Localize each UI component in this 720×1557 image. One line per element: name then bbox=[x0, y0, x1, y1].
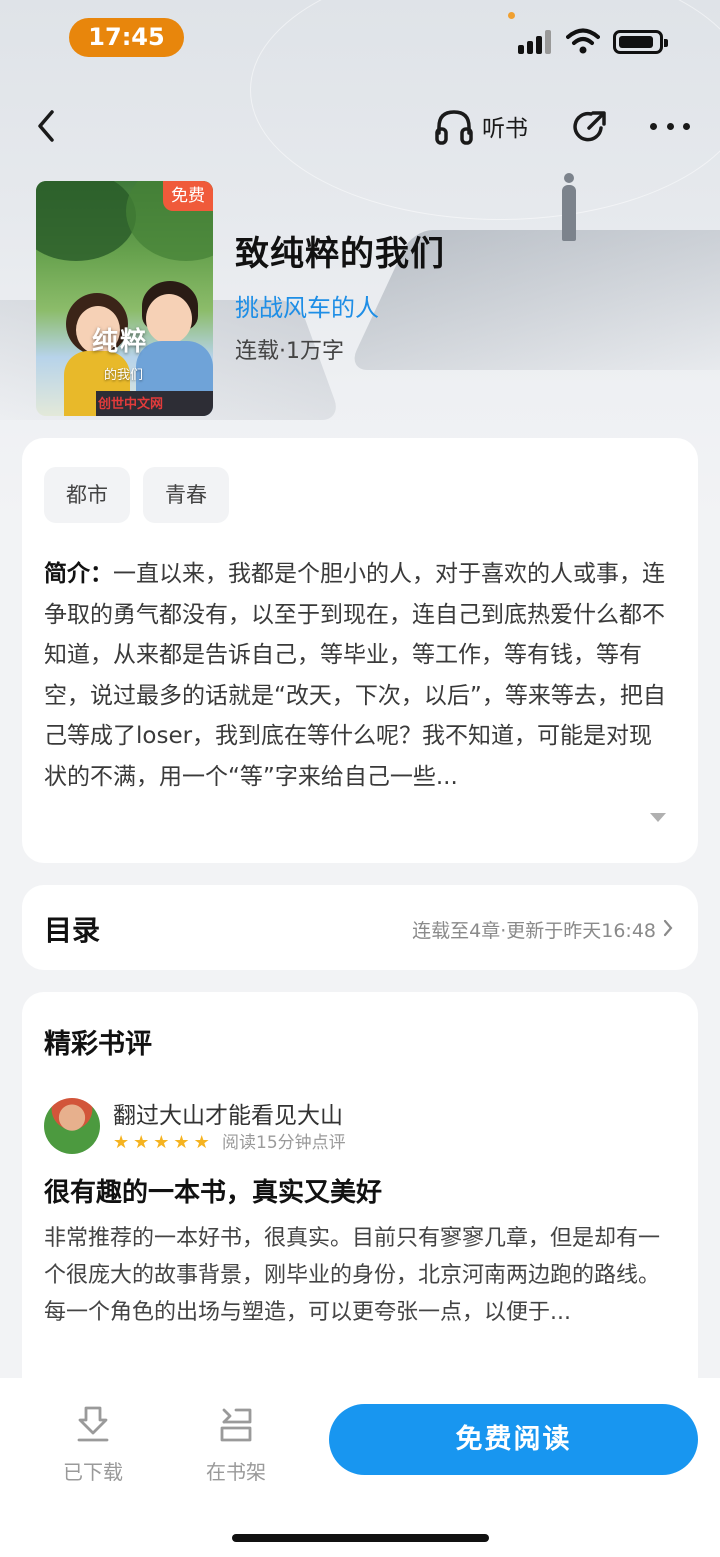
listen-label: 听书 bbox=[482, 116, 528, 142]
back-icon[interactable] bbox=[30, 106, 66, 146]
free-badge: 免费 bbox=[163, 181, 213, 211]
intro-card: 都市 青春 简介：一直以来，我都是个胆小的人，对于喜欢的人或事，连争取的勇气都没… bbox=[22, 438, 698, 863]
bottom-action-bar: 已下载 在书架 免费阅读 bbox=[0, 1378, 720, 1557]
downloaded-button[interactable]: 已下载 bbox=[48, 1404, 138, 1485]
book-title: 致纯粹的我们 bbox=[235, 234, 445, 274]
book-cover[interactable]: 纯粹 的我们 创世中文网 bbox=[36, 181, 213, 416]
tag-urban[interactable]: 都市 bbox=[44, 467, 130, 523]
book-meta: 连载·1万字 bbox=[235, 339, 344, 364]
bookshelf-label: 在书架 bbox=[206, 1460, 266, 1484]
free-read-button[interactable]: 免费阅读 bbox=[329, 1404, 698, 1475]
avatar[interactable] bbox=[44, 1098, 100, 1154]
toc-title: 目录 bbox=[44, 914, 101, 947]
privacy-indicator-dot bbox=[508, 12, 515, 19]
cover-title: 纯粹 bbox=[92, 327, 149, 357]
star-icon: ★ bbox=[173, 1132, 190, 1153]
review-paragraph: 非常推荐的一本好书，很真实。目前只有寥寥几章，但是却有一个很庞大的故事背景，刚毕… bbox=[44, 1226, 661, 1288]
review-read-note: 阅读15分钟点评 bbox=[222, 1133, 346, 1153]
headphones-icon bbox=[435, 110, 473, 145]
expand-chevron-icon[interactable] bbox=[649, 811, 667, 823]
download-icon bbox=[77, 1406, 109, 1442]
star-icon: ★ bbox=[133, 1132, 150, 1153]
book-author-link[interactable]: 挑战风车的人 bbox=[235, 288, 379, 323]
wifi-icon bbox=[566, 28, 600, 54]
battery-icon bbox=[613, 30, 668, 54]
listen-button[interactable]: 听书 bbox=[434, 106, 528, 146]
rating-stars: ★ ★ ★ ★ ★ bbox=[113, 1133, 210, 1153]
intro-text[interactable]: 简介：一直以来，我都是个胆小的人，对于喜欢的人或事，连争取的勇气都没有，以至于到… bbox=[44, 554, 674, 797]
reviews-card: 精彩书评 翻过大山才能看见大山 ★ ★ ★ ★ ★ 阅读15分钟点评 很有趣的一本书，真… bbox=[22, 992, 698, 1412]
cover-brand: 创世中文网 bbox=[98, 397, 164, 412]
review-title[interactable]: 很有趣的一本书，真实又美好 bbox=[44, 1172, 382, 1209]
intro-body: 一直以来，我都是个胆小的人，对于喜欢的人或事，连争取的勇气都没有，以至于到现在，… bbox=[44, 561, 666, 790]
bookshelf-button[interactable]: 在书架 bbox=[191, 1404, 281, 1485]
star-icon: ★ bbox=[113, 1132, 130, 1153]
reviews-heading: 精彩书评 bbox=[44, 1029, 152, 1060]
cover-subtitle: 的我们 bbox=[104, 368, 144, 383]
review-text[interactable]: 非常推荐的一本好书，很真实。目前只有寥寥几章，但是却有一个很庞大的故事背景，刚毕… bbox=[44, 1220, 676, 1331]
tag-youth[interactable]: 青春 bbox=[143, 467, 229, 523]
toc-row[interactable]: 目录 连载至4章·更新于昨天16:48 bbox=[22, 885, 698, 970]
toc-update-info: 连载至4章·更新于昨天16:48 bbox=[412, 920, 656, 942]
share-icon[interactable] bbox=[571, 106, 609, 146]
status-time: 17:45 bbox=[69, 18, 184, 57]
star-icon: ★ bbox=[193, 1132, 210, 1153]
bookshelf-icon bbox=[220, 1408, 252, 1442]
review-username[interactable]: 翻过大山才能看见大山 bbox=[113, 1096, 343, 1130]
cellular-signal-icon bbox=[518, 30, 556, 54]
chevron-right-icon bbox=[663, 919, 673, 937]
star-icon: ★ bbox=[153, 1132, 170, 1153]
more-options-icon[interactable] bbox=[650, 116, 690, 136]
home-indicator[interactable] bbox=[232, 1534, 489, 1542]
review-paragraph: 每一个角色的出场与塑造，可以更夸张一点，以便于... bbox=[44, 1300, 571, 1325]
intro-label: 简介： bbox=[44, 561, 113, 587]
downloaded-label: 已下载 bbox=[63, 1460, 123, 1484]
